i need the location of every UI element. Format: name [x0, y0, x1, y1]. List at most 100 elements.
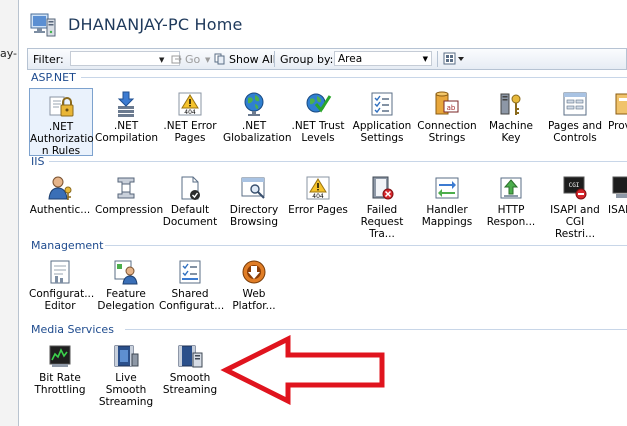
feature-label: ISAPI and CGI Restri...: [550, 204, 600, 240]
feature-label: Live Smooth Streaming: [98, 372, 154, 408]
keys-icon: [500, 93, 521, 115]
isapi-icon: [612, 176, 627, 198]
view-mode-icon[interactable]: [443, 52, 467, 66]
feature-net-compilation[interactable]: .NET Compilation: [95, 88, 159, 148]
feature-authentication[interactable]: Authentic...: [29, 172, 91, 232]
feature-label: .NET Trust Levels: [291, 120, 345, 144]
show-all-icon[interactable]: [214, 53, 227, 65]
feature-net-globalization[interactable]: .NET Globalization: [223, 88, 292, 148]
book-error-icon: [372, 176, 394, 200]
feature-connection-strings[interactable]: ab Connection Strings: [416, 88, 478, 148]
feature-handler-mappings[interactable]: Handler Mappings: [416, 172, 478, 232]
feature-compression[interactable]: Compression: [95, 172, 163, 232]
feature-label: Directory Browsing: [229, 204, 279, 228]
feature-net-error-pages[interactable]: 404 .NET Error Pages: [159, 88, 221, 148]
http-response-icon: [500, 177, 522, 199]
feature-configuration-editor[interactable]: Configurat... Editor: [29, 256, 95, 316]
feature-smooth-streaming[interactable]: Smooth Streaming: [159, 340, 221, 400]
feature-label: Connection Strings: [417, 120, 477, 144]
group-by-select[interactable]: Area ▼: [334, 51, 432, 66]
feature-label: .NET Compilation: [95, 120, 159, 144]
feature-error-pages[interactable]: 404 Error Pages: [287, 172, 349, 232]
feature-label: Web Platfor...: [232, 288, 276, 312]
feature-label: Authentic...: [29, 204, 91, 216]
feature-label: ISAPI: [608, 204, 627, 216]
clamp-icon: [117, 177, 135, 199]
feature-label: Default Document: [162, 204, 218, 228]
feature-feature-delegation[interactable]: Feature Delegation: [95, 256, 157, 316]
feature-isapi-filters[interactable]: ISAPI: [608, 172, 627, 232]
form-controls-icon: [563, 92, 587, 116]
feature-label: Machine Key: [489, 120, 533, 144]
users-delegation-icon: [114, 260, 138, 285]
config-editor-icon: [50, 260, 70, 284]
arrows-exchange-icon: [435, 177, 459, 199]
svg-text:404: 404: [184, 109, 196, 116]
group-divider: [125, 329, 627, 330]
feature-default-document[interactable]: Default Document: [159, 172, 221, 232]
feature-label: Application Settings: [352, 120, 412, 144]
download-arrow-icon: [117, 91, 135, 117]
bitrate-graph-icon: [49, 345, 71, 367]
go-icon[interactable]: [171, 54, 183, 65]
feature-label: Error Pages: [288, 204, 348, 216]
user-key-icon: [48, 176, 72, 200]
cgi-terminal-icon: CGI: [563, 176, 587, 200]
warning-404-icon: 404: [178, 92, 202, 116]
filter-dropdown-icon[interactable]: ▼: [159, 56, 164, 64]
feature-label: .NET Error Pages: [163, 120, 217, 144]
feature-label: HTTP Respon...: [486, 204, 536, 228]
feature-providers[interactable]: Prov: [608, 88, 627, 148]
svg-text:404: 404: [312, 193, 324, 200]
filter-label: Filter:: [33, 53, 64, 66]
feature-pages-and-controls[interactable]: Pages and Controls: [544, 88, 606, 148]
feature-net-authorization-rules[interactable]: .NET Authorizatio n Rules: [29, 88, 94, 157]
feature-label: Handler Mappings: [421, 204, 473, 228]
group-divider: [81, 77, 627, 78]
filter-toolbar: Filter: ▼ Go ▼ Show All Group by: Area ▼: [27, 48, 627, 70]
feature-machine-key[interactable]: Machine Key: [480, 88, 542, 148]
feature-live-smooth-streaming[interactable]: Live Smooth Streaming: [95, 340, 157, 408]
feature-directory-browsing[interactable]: Directory Browsing: [223, 172, 285, 232]
server-icon: [30, 13, 56, 37]
feature-label: .NET Authorizatio n Rules: [30, 121, 94, 157]
feature-label: Smooth Streaming: [162, 372, 218, 396]
database-ab-icon: ab: [435, 91, 459, 115]
document-check-icon: [181, 176, 200, 200]
group-by-label: Group by:: [280, 53, 334, 66]
show-all-button[interactable]: Show All: [229, 53, 276, 66]
feature-failed-request-tracing[interactable]: Failed Request Tra...: [351, 172, 413, 240]
feature-bit-rate-throttling[interactable]: Bit Rate Throttling: [29, 340, 91, 400]
group-header-media-services: Media Services: [31, 323, 114, 336]
feature-http-response-headers[interactable]: HTTP Respon...: [480, 172, 542, 232]
globe-check-icon: [306, 93, 332, 113]
feature-web-platform-installer[interactable]: Web Platfor...: [223, 256, 285, 316]
group-header-aspnet: ASP.NET: [31, 71, 76, 84]
feature-label: .NET Globalization: [223, 120, 292, 144]
feature-shared-configuration[interactable]: Shared Configurat...: [159, 256, 224, 316]
toolbar-separator: [437, 51, 438, 67]
feature-application-settings[interactable]: Application Settings: [351, 88, 413, 148]
group-divider: [105, 245, 627, 246]
annotation-arrow-icon: [220, 335, 385, 405]
feature-label: Failed Request Tra...: [360, 204, 404, 240]
feature-net-trust-levels[interactable]: .NET Trust Levels: [287, 88, 349, 148]
connections-pane-edge: ay-: [0, 0, 19, 426]
web-platform-icon: [242, 260, 266, 284]
svg-text:CGI: CGI: [569, 182, 580, 189]
go-button[interactable]: Go: [185, 53, 200, 66]
feature-label: Configurat... Editor: [29, 288, 95, 312]
svg-text:ab: ab: [447, 104, 456, 112]
lock-icon: [49, 96, 74, 117]
group-header-management: Management: [31, 239, 104, 252]
feature-label: Bit Rate Throttling: [34, 372, 86, 396]
feature-label: Pages and Controls: [548, 120, 602, 144]
go-dropdown-icon[interactable]: ▼: [205, 56, 210, 64]
group-by-dropdown-icon: ▼: [422, 55, 428, 63]
feature-isapi-cgi-restrictions[interactable]: CGI ISAPI and CGI Restri...: [544, 172, 606, 240]
feature-label: Feature Delegation: [97, 288, 155, 312]
toolbar-separator: [274, 51, 275, 67]
globe-icon: [244, 92, 264, 116]
smooth-streaming-icon: [178, 345, 203, 368]
connections-pane-text: ay-: [0, 47, 18, 60]
